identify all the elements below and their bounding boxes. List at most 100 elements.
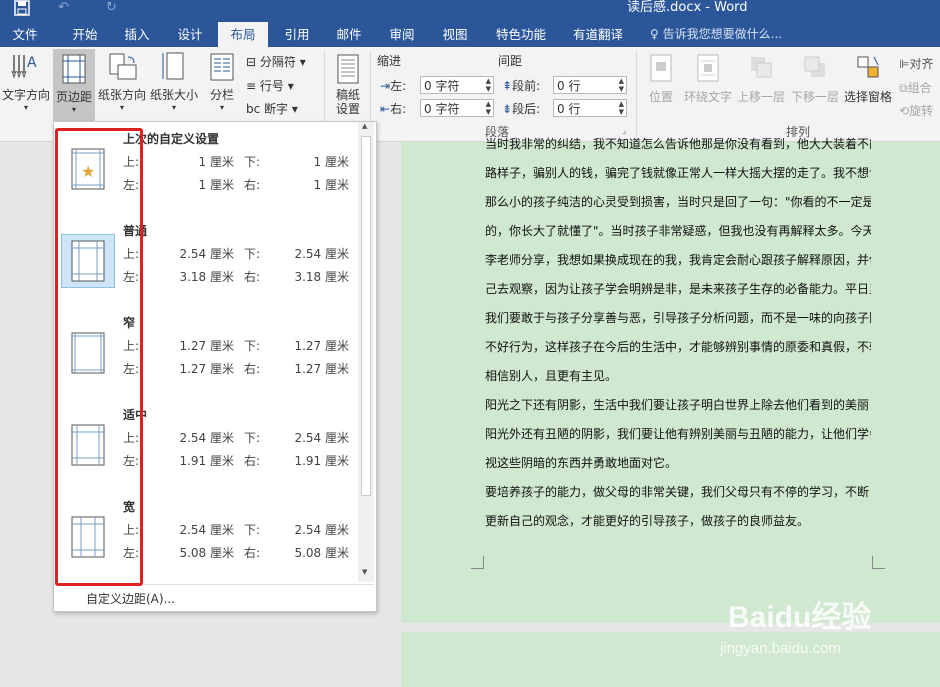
- indent-label: 缩进: [377, 54, 402, 68]
- columns-icon: [210, 53, 234, 81]
- tab-special-features[interactable]: 特色功能: [488, 22, 554, 47]
- text-line: 要培养孩子的能力，做父母的非常关键，我们父母只有不停的学习，不断: [485, 485, 870, 499]
- wrap-text-label: 环绕文字: [683, 90, 732, 104]
- tell-me-text: 告诉我您想要做什么...: [662, 27, 783, 41]
- columns-button[interactable]: 分栏 ▾: [204, 51, 240, 112]
- margin-bottom-label: 下:: [244, 155, 261, 169]
- text-line: 李老师分享，我想如果换成现在的我，我肯定会耐心跟孩子解释原因，并他自: [485, 253, 871, 267]
- margin-top-value: 1 厘米: [198, 155, 234, 169]
- tab-mailings[interactable]: 邮件: [324, 22, 374, 47]
- custom-margins-button[interactable]: 自定义边距(A)...: [86, 590, 175, 607]
- space-after-label: ⇟段后:: [502, 102, 541, 116]
- text-line: 不好行为，这样孩子在今后的生活中，才能够辨别事情的原委和真假，不轻言: [485, 340, 871, 354]
- tab-review[interactable]: 审阅: [377, 22, 427, 47]
- indent-right-input[interactable]: 0 字符 ▲ ▼: [420, 99, 494, 117]
- text-line: 己去观察，因为让孩子学会明辨是非，是未来孩子生存的必备能力。平日里，: [485, 282, 871, 296]
- selection-pane-button[interactable]: 选择窗格: [842, 53, 894, 105]
- save-icon[interactable]: [14, 0, 30, 20]
- window-title: 读后感.docx - Word: [627, 0, 748, 15]
- margin-top-value: 1.27 厘米: [179, 339, 234, 353]
- margin-bottom-value: 2.54 厘米: [294, 523, 349, 537]
- selection-pane-icon: [857, 56, 879, 78]
- dropdown-scrollbar[interactable]: ▲ ▼: [358, 122, 374, 582]
- size-button[interactable]: 纸张大小 ▾: [149, 51, 199, 112]
- redo-icon[interactable]: ↻: [106, 0, 117, 15]
- text-line: 那么小的孩子纯洁的心灵受到损害，当时只是回了一句："你看的不一定是真: [485, 195, 871, 209]
- tab-home[interactable]: 开始: [60, 22, 110, 47]
- margins-button[interactable]: 页边距 ▾: [53, 49, 95, 123]
- position-button[interactable]: 位置: [642, 53, 680, 105]
- draft-paper-label: 稿纸 设置: [335, 88, 360, 116]
- margin-right-value: 1.91 厘米: [294, 454, 349, 468]
- crop-mark: [471, 556, 484, 569]
- text-line: 更新自己的观念，才能更好的引导孩子，做孩子的良师益友。: [485, 514, 810, 528]
- tab-design[interactable]: 设计: [165, 22, 215, 47]
- margin-right-label: 右:: [244, 362, 261, 376]
- tab-view[interactable]: 视图: [430, 22, 480, 47]
- rotate-icon: ⟲: [899, 104, 910, 118]
- indent-left-input[interactable]: 0 字符 ▲ ▼: [420, 76, 494, 94]
- undo-icon[interactable]: ↶: [58, 0, 69, 15]
- text-direction-icon: A: [11, 55, 37, 79]
- space-after-input[interactable]: 0 行 ▲ ▼: [553, 99, 627, 117]
- hyphenation-icon: bc: [246, 102, 261, 116]
- margin-bottom-label: 下:: [244, 431, 261, 445]
- rotate-button[interactable]: ⟲旋转: [899, 102, 933, 119]
- text-line: 阳光外还有丑陋的阴影，我们要让他有辨别美丽与丑陋的能力，让他们学会正: [485, 427, 871, 441]
- tab-insert[interactable]: 插入: [112, 22, 162, 47]
- tab-youdao-translate[interactable]: 有道翻译: [565, 22, 631, 47]
- margin-bottom-label: 下:: [244, 339, 261, 353]
- indent-left-icon: ⇥: [380, 79, 391, 93]
- lightbulb-icon: ♀: [650, 27, 659, 41]
- space-before-input[interactable]: 0 行 ▲ ▼: [553, 76, 627, 94]
- group-button[interactable]: ⧉组合: [899, 79, 932, 96]
- document-page-2[interactable]: [401, 632, 940, 687]
- margins-label: 页边距: [55, 90, 92, 104]
- wrap-text-button[interactable]: 环绕文字: [683, 53, 733, 105]
- text-line: 视这些阴暗的东西并勇敢地面对它。: [485, 456, 678, 470]
- margin-right-value: 5.08 厘米: [294, 546, 349, 560]
- space-after-icon: ⇟: [502, 102, 513, 116]
- bring-forward-icon: [751, 57, 772, 78]
- margin-top-value: 2.54 厘米: [179, 431, 234, 445]
- position-label: 位置: [648, 90, 673, 104]
- scroll-up-icon[interactable]: ▲: [362, 122, 367, 130]
- tab-layout[interactable]: 布局: [218, 22, 268, 47]
- size-label: 纸张大小: [149, 88, 198, 102]
- tab-references[interactable]: 引用: [272, 22, 322, 47]
- margin-bottom-value: 1 厘米: [313, 155, 349, 169]
- columns-label: 分栏: [209, 88, 234, 102]
- indent-right-label: ⇤右:: [380, 102, 407, 116]
- margin-right-value: 3.18 厘米: [294, 270, 349, 284]
- scroll-down-icon[interactable]: ▼: [362, 568, 367, 576]
- margin-top-value: 2.54 厘米: [179, 523, 234, 537]
- draft-paper-icon: [337, 54, 359, 84]
- margin-left-value: 3.18 厘米: [179, 270, 234, 284]
- page-size-icon: [162, 52, 184, 80]
- indent-left-label: ⇥左:: [380, 79, 407, 93]
- document-text[interactable]: 当时我非常的纠结，我不知道怎么告诉他那是你没有看到，他大大装着不能走 路样子，骗…: [485, 130, 871, 536]
- tell-me-box[interactable]: ♀ 告诉我您想要做什么...: [650, 22, 782, 47]
- bring-forward-button[interactable]: 上移一层: [735, 53, 787, 105]
- svg-text:A: A: [27, 55, 37, 71]
- margin-left-value: 1.91 厘米: [179, 454, 234, 468]
- breaks-button[interactable]: ⊟ 分隔符 ▾: [246, 53, 306, 70]
- line-numbers-button[interactable]: ≡ 行号 ▾: [246, 77, 294, 94]
- margin-right-value: 1 厘米: [313, 178, 349, 192]
- text-line: 我们要敢于与孩子分享善与恶，引导孩子分析问题，而不是一味的向孩子隐瞒: [485, 311, 871, 325]
- selection-pane-label: 选择窗格: [843, 90, 892, 104]
- tab-file[interactable]: 文件: [0, 22, 50, 47]
- highlight-box: [55, 128, 143, 586]
- hyphenation-button[interactable]: bc 断字 ▾: [246, 100, 298, 117]
- align-button[interactable]: ⊫对齐: [899, 55, 933, 72]
- orientation-icon: [109, 53, 137, 80]
- draft-paper-button[interactable]: 稿纸 设置: [330, 53, 366, 116]
- orientation-button[interactable]: 纸张方向 ▾: [97, 51, 147, 112]
- margin-right-label: 右:: [244, 546, 261, 560]
- margin-right-label: 右:: [244, 270, 261, 284]
- line-numbers-icon: ≡: [246, 79, 257, 93]
- indent-right-icon: ⇤: [380, 102, 391, 116]
- scrollbar-thumb[interactable]: [361, 136, 371, 496]
- text-direction-button[interactable]: A 文字方向 ▾: [0, 51, 52, 112]
- send-backward-button[interactable]: 下移一层: [789, 53, 841, 105]
